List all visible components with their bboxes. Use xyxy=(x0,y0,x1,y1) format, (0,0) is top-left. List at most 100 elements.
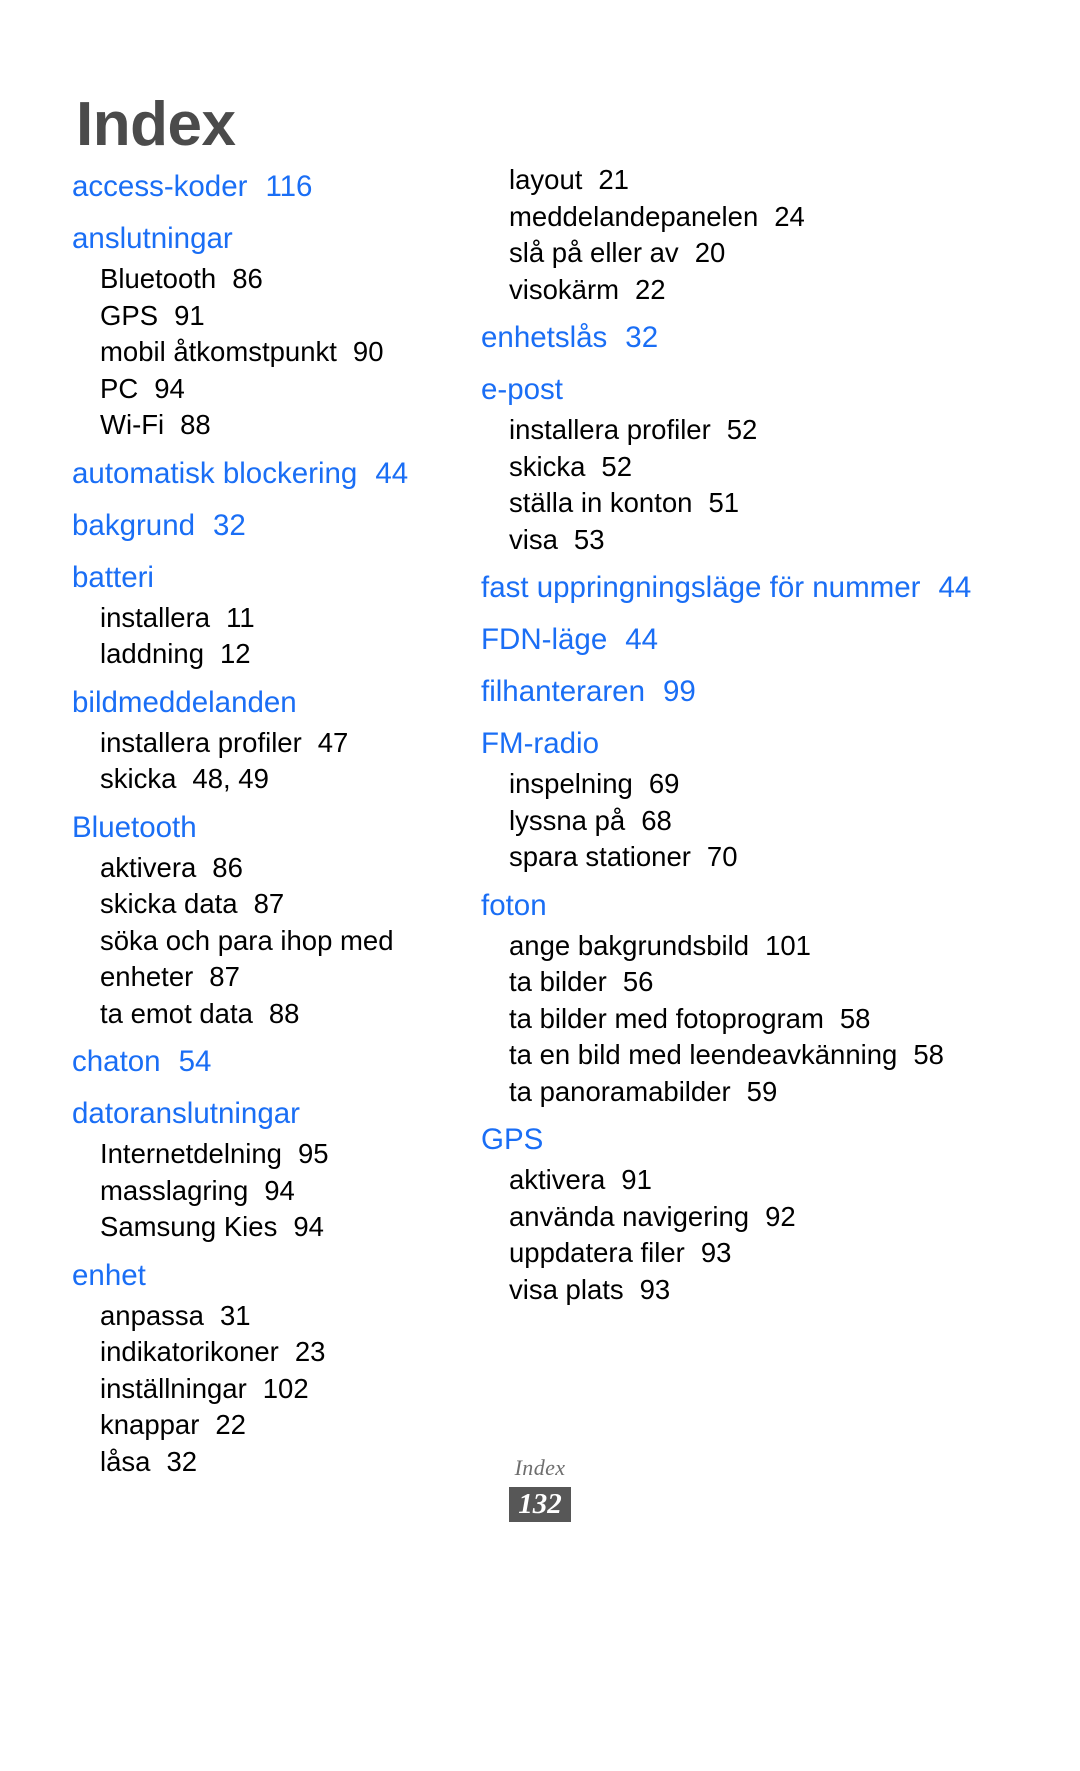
index-entry-label: lyssna på xyxy=(509,804,626,836)
index-entry-main[interactable]: access-koder 116 xyxy=(72,164,449,209)
index-entry-sub[interactable]: ta panoramabilder 59 xyxy=(481,1074,995,1111)
index-entry-pages: 24 xyxy=(774,200,805,232)
index-entry-sub[interactable]: inställningar 102 xyxy=(72,1371,449,1408)
index-entry-sub[interactable]: ställa in konton 51 xyxy=(481,485,995,522)
index-entry-sub[interactable]: indikatorikoner 23 xyxy=(72,1334,449,1371)
index-entry-pages: 91 xyxy=(621,1164,652,1195)
index-entry-pages: 93 xyxy=(639,1273,671,1305)
index-entry-sub[interactable]: inspelning 69 xyxy=(481,766,995,803)
index-entry-sub[interactable]: söka och para ihop med enheter 87 xyxy=(72,923,449,996)
index-entry-pages: 22 xyxy=(635,273,666,305)
index-entry-sub[interactable]: ta bilder 56 xyxy=(481,964,995,1001)
index-entry-label: GPS xyxy=(481,1123,544,1156)
index-entry-sub[interactable]: meddelandepanelen 24 xyxy=(481,199,995,236)
index-entry-label: e-post xyxy=(481,373,563,406)
index-entry-main[interactable]: automatisk blockering 44 xyxy=(72,451,449,496)
index-entry-sub[interactable]: knappar 22 xyxy=(72,1407,449,1444)
index-entry-pages: 44 xyxy=(625,623,659,656)
index-entry-label: indikatorikoner xyxy=(100,1336,279,1367)
index-entry-sub[interactable]: laddning 12 xyxy=(72,636,449,673)
index-entry-pages: 58 xyxy=(913,1039,944,1070)
index-entry-main[interactable]: Bluetooth xyxy=(72,805,449,850)
index-entry-main[interactable]: GPS xyxy=(481,1117,995,1162)
index-entry-pages: 69 xyxy=(648,768,680,799)
page-footer: Index 132 xyxy=(0,1455,1080,1523)
index-entry-label: layout xyxy=(509,164,583,195)
index-entry-label: visa plats xyxy=(509,1273,624,1305)
index-entry-sub[interactable]: installera profiler 52 xyxy=(481,412,995,449)
index-entry-sub[interactable]: masslagring 94 xyxy=(72,1173,449,1210)
index-entry-sub[interactable]: PC 94 xyxy=(72,371,449,408)
index-entry-label: installera profiler xyxy=(509,414,711,445)
index-entry-label: Wi-Fi xyxy=(100,409,165,440)
index-entry-sub[interactable]: installera 11 xyxy=(72,600,449,637)
index-entry-sub[interactable]: Samsung Kies 94 xyxy=(72,1209,449,1246)
index-column-left: access-koder 116 anslutningar Bluetooth 86 GP… xyxy=(0,162,455,1480)
index-entry-pages: 94 xyxy=(264,1174,295,1206)
index-entry-main[interactable]: foton xyxy=(481,883,995,928)
index-entry-label: knappar xyxy=(100,1409,200,1440)
index-entry-sub[interactable]: aktivera 86 xyxy=(72,850,449,887)
index-entry-sub[interactable]: använda navigering 92 xyxy=(481,1199,995,1236)
index-entry-main[interactable]: enhetslås 32 xyxy=(481,315,995,360)
index-entry-pages: 90 xyxy=(352,336,384,367)
index-entry-sub[interactable]: aktivera 91 xyxy=(481,1162,995,1199)
index-entry-label: ställa in konton xyxy=(509,487,693,518)
index-entry-sub[interactable]: skicka 52 xyxy=(481,449,995,486)
index-entry-main[interactable]: enhet xyxy=(72,1253,449,1298)
index-entry-sub[interactable]: uppdatera filer 93 xyxy=(481,1235,995,1272)
index-entry-pages: 48, 49 xyxy=(192,763,269,794)
index-entry-sub[interactable]: spara stationer 70 xyxy=(481,839,995,876)
index-entry-sub[interactable]: Internetdelning 95 xyxy=(72,1136,449,1173)
index-entry-sub[interactable]: ta emot data 88 xyxy=(72,996,449,1033)
index-entry-pages: 56 xyxy=(622,966,654,997)
index-column-right: layout 21 meddelandepanelen 24 slå på eller … xyxy=(455,162,1015,1308)
index-entry-label: uppdatera filer xyxy=(509,1237,685,1268)
index-page: Index access-koder 116 anslutningar Bluetoo… xyxy=(0,0,1080,1771)
index-entry-main[interactable]: datoranslutningar xyxy=(72,1091,449,1136)
index-entry-label: aktivera xyxy=(509,1164,606,1195)
index-entry-main[interactable]: FDN-läge 44 xyxy=(481,617,995,662)
index-entry-sub[interactable]: mobil åtkomstpunkt 90 xyxy=(72,334,449,371)
index-entry-sub[interactable]: visokärm 22 xyxy=(481,272,995,309)
index-entry-label: ta emot data xyxy=(100,997,253,1029)
index-entry-sub[interactable]: skicka data 87 xyxy=(72,886,449,923)
index-entry-main[interactable]: bildmeddelanden xyxy=(72,680,449,725)
index-entry-sub[interactable]: ange bakgrundsbild 101 xyxy=(481,928,995,965)
index-entry-pages: 44 xyxy=(938,571,972,604)
index-entry-label: filhanteraren xyxy=(481,675,645,708)
index-entry-label: ta bilder xyxy=(509,966,607,997)
index-entry-pages: 21 xyxy=(598,164,629,195)
index-entry-sub[interactable]: visa plats 93 xyxy=(481,1272,995,1309)
index-entry-main[interactable]: bakgrund 32 xyxy=(72,503,449,548)
index-entry-main[interactable]: FM-radio xyxy=(481,721,995,766)
index-entry-sub[interactable]: slå på eller av 20 xyxy=(481,235,995,272)
index-entry-label: installera profiler xyxy=(100,726,302,758)
index-entry-label: skicka data xyxy=(100,888,238,919)
index-entry-sub[interactable]: ta en bild med leendeavkänning 58 xyxy=(481,1037,995,1074)
index-entry-sub[interactable]: visa 53 xyxy=(481,522,995,559)
index-entry-pages: 99 xyxy=(663,675,696,708)
index-entry-pages: 31 xyxy=(219,1299,251,1331)
index-entry-label: GPS xyxy=(100,299,159,331)
index-entry-sub[interactable]: anpassa 31 xyxy=(72,1298,449,1335)
index-entry-sub[interactable]: installera profiler 47 xyxy=(72,725,449,762)
index-entry-main[interactable]: chaton 54 xyxy=(72,1039,449,1084)
index-entry-main[interactable]: anslutningar xyxy=(72,216,449,261)
index-entry-main[interactable]: filhanteraren 99 xyxy=(481,669,995,714)
index-entry-pages: 116 xyxy=(265,170,313,203)
index-entry-sub[interactable]: Wi-Fi 88 xyxy=(72,407,449,444)
index-entry-main[interactable]: e-post xyxy=(481,367,995,412)
index-entry-main[interactable]: fast uppringningsläge för nummer 44 xyxy=(481,565,995,610)
index-entry-label: skicka xyxy=(509,450,586,482)
index-entry-sub[interactable]: Bluetooth 86 xyxy=(72,261,449,298)
index-entry-main[interactable]: batteri xyxy=(72,555,449,600)
index-entry-sub[interactable]: ta bilder med fotoprogram 58 xyxy=(481,1001,995,1038)
index-entry-label: chaton xyxy=(72,1045,161,1078)
index-entry-sub[interactable]: GPS 91 xyxy=(72,298,449,335)
index-entry-sub[interactable]: layout 21 xyxy=(481,162,995,199)
index-entry-label: automatisk blockering xyxy=(72,456,358,490)
index-entry-pages: 88 xyxy=(268,997,300,1029)
index-entry-sub[interactable]: skicka 48, 49 xyxy=(72,761,449,798)
index-entry-sub[interactable]: lyssna på 68 xyxy=(481,803,995,840)
